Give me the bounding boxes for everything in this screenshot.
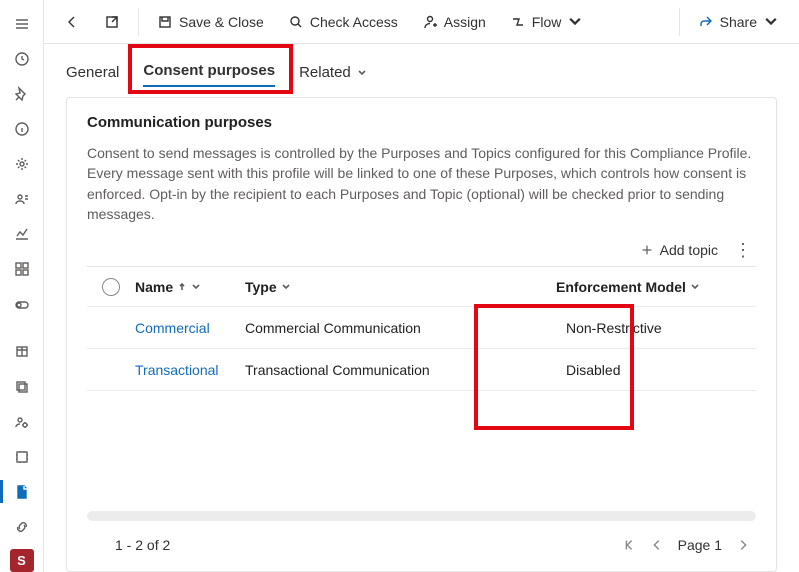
purposes-grid: Name Type Enforcement Model Commercial C… [87,266,756,391]
chevron-down-icon [281,282,291,292]
communication-purposes-card: Communication purposes Consent to send m… [66,97,777,572]
chevron-down-icon [357,68,367,78]
rail-grid-icon[interactable] [0,252,44,287]
rail-gear-icon[interactable] [0,147,44,182]
rail-info-icon[interactable] [0,111,44,146]
add-topic-button[interactable]: Add topic [640,242,718,258]
chevron-down-icon [191,282,201,292]
back-button[interactable] [54,8,90,36]
row-enforcement-model: Disabled [556,362,756,378]
rail-copy-icon[interactable] [0,369,44,404]
chevron-down-icon [567,14,583,30]
card-description: Consent to send messages is controlled b… [87,143,756,224]
tab-general[interactable]: General [66,58,119,87]
table-row[interactable]: Transactional Transactional Communicatio… [87,349,756,391]
pager-summary: 1 - 2 of 2 [115,537,170,553]
rail-contacts-icon[interactable] [0,182,44,217]
horizontal-scrollbar[interactable] [87,511,756,521]
column-type[interactable]: Type [245,279,556,295]
flow-button[interactable]: Flow [500,8,594,36]
row-type: Commercial Communication [245,320,556,336]
rail-plugin-icon[interactable] [0,439,44,474]
assign-button[interactable]: Assign [412,8,496,36]
rail-link-icon[interactable] [0,509,44,544]
card-more-button[interactable]: ⋮ [734,243,752,257]
column-name[interactable]: Name [135,279,245,295]
row-enforcement-model: Non-Restrictive [556,320,756,336]
row-name-link[interactable]: Commercial [135,320,245,336]
row-name-link[interactable]: Transactional [135,362,245,378]
rail-chart-icon[interactable] [0,217,44,252]
sort-up-icon [177,282,187,292]
rail-pin-icon[interactable] [0,76,44,111]
rail-toggle-icon[interactable] [0,287,44,322]
rail-app-badge[interactable]: S [10,549,34,572]
grid-header: Name Type Enforcement Model [87,267,756,307]
command-bar: Save & Close Check Access Assign Flow Sh… [44,0,799,44]
save-close-button[interactable]: Save & Close [147,8,274,36]
column-enforcement-model[interactable]: Enforcement Model [556,279,756,295]
left-rail: S [0,0,44,572]
check-access-button[interactable]: Check Access [278,8,408,36]
select-all-radio[interactable] [102,278,120,296]
share-button[interactable]: Share [688,8,789,36]
form-tabs: General Consent purposes Related [44,44,799,97]
pager-first-icon[interactable] [622,538,636,552]
rail-document-icon[interactable] [0,474,44,509]
rail-usersettings-icon[interactable] [0,404,44,439]
row-type: Transactional Communication [245,362,556,378]
rail-clock-icon[interactable] [0,41,44,76]
pager-next-icon[interactable] [736,538,750,552]
content: Communication purposes Consent to send m… [44,97,799,572]
grid-pager: 1 - 2 of 2 Page 1 [87,521,756,555]
main-area: Save & Close Check Access Assign Flow Sh… [44,0,799,572]
tab-consent-purposes[interactable]: Consent purposes [143,56,275,87]
rail-package-icon[interactable] [0,334,44,369]
pager-prev-icon[interactable] [650,538,664,552]
rail-hamburger-icon[interactable] [0,6,44,41]
card-title: Communication purposes [87,114,756,131]
table-row[interactable]: Commercial Commercial Communication Non-… [87,307,756,349]
tab-related[interactable]: Related [299,58,367,87]
chevron-down-icon [763,14,779,30]
open-new-icon[interactable] [94,8,130,36]
chevron-down-icon [690,282,700,292]
pager-page-label: Page 1 [678,537,722,553]
